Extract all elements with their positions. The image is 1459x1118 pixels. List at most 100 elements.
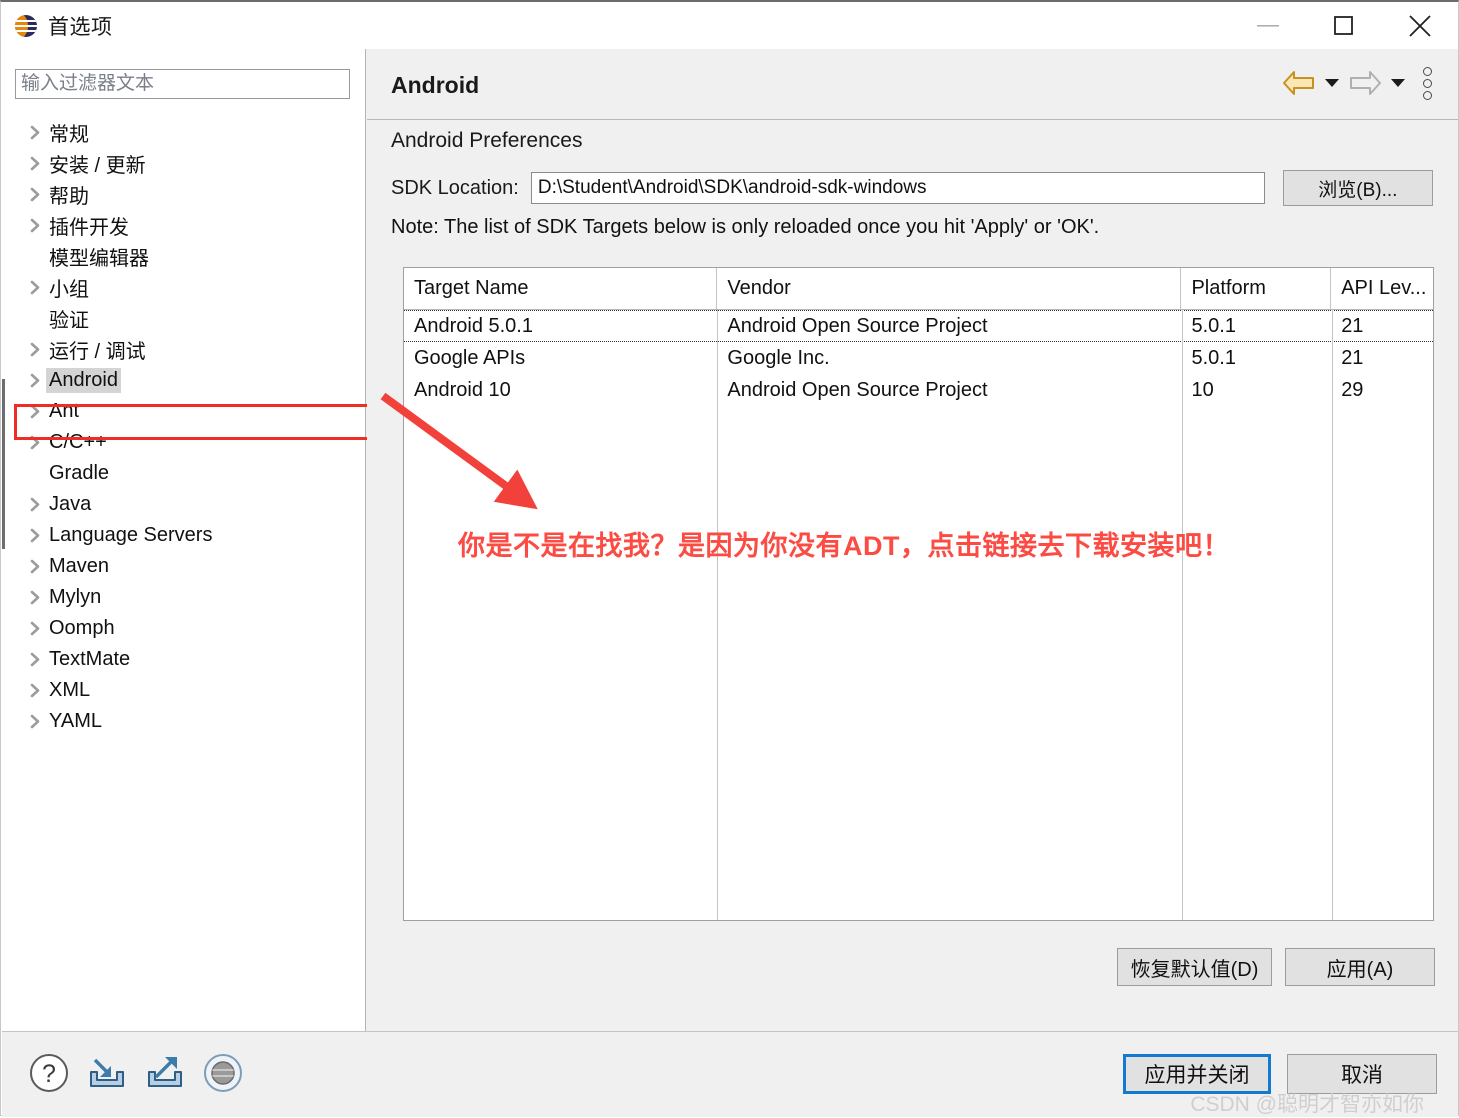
chevron-right-icon <box>24 280 46 295</box>
cell-platform: 5.0.1 <box>1191 314 1236 337</box>
sidebar-item-help[interactable]: 帮助 <box>2 179 365 210</box>
browse-button[interactable]: 浏览(B)... <box>1282 170 1433 206</box>
sidebar-item-xml[interactable]: XML <box>2 675 365 706</box>
sidebar-item-textmate[interactable]: TextMate <box>2 644 365 675</box>
back-dropdown-chevron-down-icon[interactable] <box>1319 63 1345 103</box>
sidebar-item-maven[interactable]: Maven <box>2 551 365 582</box>
sidebar-item-label: Gradle <box>49 462 110 484</box>
help-icon[interactable]: ? <box>26 1050 72 1096</box>
sdk-location-row: SDK Location: 浏览(B)... <box>391 170 1441 206</box>
chevron-right-icon <box>24 683 46 698</box>
column-header-target-name[interactable]: Target Name <box>404 268 718 309</box>
back-arrow-icon[interactable] <box>1279 63 1319 103</box>
panel-header: Android <box>367 49 1458 120</box>
footer-icon-bar: ? <box>26 1050 246 1096</box>
chevron-right-icon <box>24 404 46 419</box>
sidebar-item-team[interactable]: 小组 <box>2 272 365 303</box>
cell-platform: 10 <box>1191 378 1214 401</box>
apply-button[interactable]: 应用(A) <box>1285 948 1435 986</box>
sidebar-item-mylyn[interactable]: Mylyn <box>2 582 365 613</box>
page-title: Android <box>391 72 480 98</box>
sidebar-item-validation[interactable]: 验证 <box>2 303 365 334</box>
sidebar-item-label: Mylyn <box>49 586 102 608</box>
vertical-dots-menu-icon[interactable] <box>1411 63 1443 103</box>
reload-note: Note: The list of SDK Targets below is o… <box>391 216 1100 238</box>
restore-defaults-button[interactable]: 恢复默认值(D) <box>1117 948 1272 986</box>
sidebar-item-label: 模型编辑器 <box>49 248 149 270</box>
sidebar-item-yaml[interactable]: YAML <box>2 706 365 737</box>
column-header-platform[interactable]: Platform <box>1181 268 1332 309</box>
maximize-icon[interactable] <box>1306 2 1382 49</box>
sidebar-item-label: 安装 / 更新 <box>49 155 146 177</box>
sidebar-item-oomph[interactable]: Oomph <box>2 613 365 644</box>
chevron-right-icon <box>24 652 46 667</box>
forward-dropdown-chevron-down-icon[interactable] <box>1385 63 1411 103</box>
forward-arrow-icon[interactable] <box>1345 63 1385 103</box>
sidebar-item-language-servers[interactable]: Language Servers <box>2 520 365 551</box>
sdk-targets-table[interactable]: Target Name Vendor Platform API Lev... A… <box>403 267 1434 921</box>
window-title: 首选项 <box>48 15 113 39</box>
sidebar-item-label: Oomph <box>49 617 115 639</box>
chevron-right-icon <box>24 497 46 512</box>
cell-target-name: Android 10 <box>414 378 511 401</box>
sphere-icon[interactable] <box>200 1050 246 1096</box>
export-preferences-icon[interactable] <box>142 1050 188 1096</box>
table-header-row: Target Name Vendor Platform API Lev... <box>404 268 1433 310</box>
chevron-right-icon <box>24 590 46 605</box>
chevron-right-icon <box>24 342 46 357</box>
cell-vendor: Android Open Source Project <box>727 378 988 401</box>
chevron-right-icon <box>24 714 46 729</box>
sidebar-item-plugin-development[interactable]: 插件开发 <box>2 210 365 241</box>
sidebar-item-android[interactable]: Android <box>2 365 365 396</box>
sidebar-item-run-debug[interactable]: 运行 / 调试 <box>2 334 365 365</box>
table-row[interactable]: Android 10 Android Open Source Project 1… <box>404 374 1433 406</box>
sidebar-item-label: 验证 <box>49 310 89 332</box>
android-preferences-panel: Android Android Preferences SDK Location… <box>367 49 1458 1031</box>
window-controls <box>1230 2 1458 49</box>
close-icon[interactable] <box>1382 2 1458 49</box>
sidebar-item-model-editor[interactable]: 模型编辑器 <box>2 241 365 272</box>
preferences-sidebar: 常规 安装 / 更新 帮助 <box>2 49 382 1031</box>
sidebar-item-gradle[interactable]: Gradle <box>2 458 365 489</box>
sidebar-item-install-update[interactable]: 安装 / 更新 <box>2 148 365 179</box>
sidebar-item-ant[interactable]: Ant <box>2 396 365 427</box>
sidebar-item-label: 常规 <box>49 124 89 146</box>
sidebar-item-label: TextMate <box>49 648 131 670</box>
annotation-text: 你是不是在找我？是因为你没有ADT，点击链接去下载安装吧！ <box>458 531 1230 561</box>
panel-nav-toolbar <box>1279 63 1443 103</box>
sidebar-item-label: 插件开发 <box>49 217 129 239</box>
sidebar-item-java[interactable]: Java <box>2 489 365 520</box>
column-header-vendor[interactable]: Vendor <box>717 268 1182 309</box>
sidebar-item-label: C/C++ <box>49 431 107 453</box>
sidebar-item-general[interactable]: 常规 <box>2 117 365 148</box>
cell-api-level: 21 <box>1341 314 1364 337</box>
sidebar-item-label: YAML <box>49 710 102 732</box>
chevron-right-icon <box>24 156 46 171</box>
eclipse-icon <box>13 13 39 39</box>
table-row[interactable]: Android 5.0.1 Android Open Source Projec… <box>404 310 1433 342</box>
sidebar-item-label: Maven <box>49 555 110 577</box>
sidebar-item-label: Java <box>49 493 92 515</box>
title-bar: 首选项 <box>1 2 1458 49</box>
sdk-location-label: SDK Location: <box>391 176 519 199</box>
column-header-api-level[interactable]: API Lev... <box>1331 268 1433 309</box>
minimize-icon[interactable] <box>1230 2 1306 49</box>
chevron-right-icon <box>24 559 46 574</box>
dialog-content: 常规 安装 / 更新 帮助 <box>2 49 1458 1117</box>
panel-button-bar: 恢复默认值(D) 应用(A) <box>1117 948 1435 986</box>
import-preferences-icon[interactable] <box>84 1050 130 1096</box>
svg-text:?: ? <box>42 1060 56 1088</box>
cell-target-name: Google APIs <box>414 346 526 369</box>
sidebar-item-c-cpp[interactable]: C/C++ <box>2 427 365 458</box>
sidebar-item-label: XML <box>49 679 91 701</box>
watermark: CSDN @聪明才智亦如你 <box>1190 1093 1424 1116</box>
table-row[interactable]: Google APIs Google Inc. 5.0.1 21 <box>404 342 1433 374</box>
sidebar-item-label: 运行 / 调试 <box>49 341 146 363</box>
sdk-location-input[interactable] <box>530 172 1265 204</box>
section-title: Android Preferences <box>391 129 583 152</box>
sidebar-item-label: Language Servers <box>49 524 213 546</box>
sidebar-item-label: Ant <box>49 400 80 422</box>
filter-input[interactable] <box>15 69 350 99</box>
cell-platform: 5.0.1 <box>1191 346 1236 369</box>
sidebar-item-label: 小组 <box>49 279 89 301</box>
